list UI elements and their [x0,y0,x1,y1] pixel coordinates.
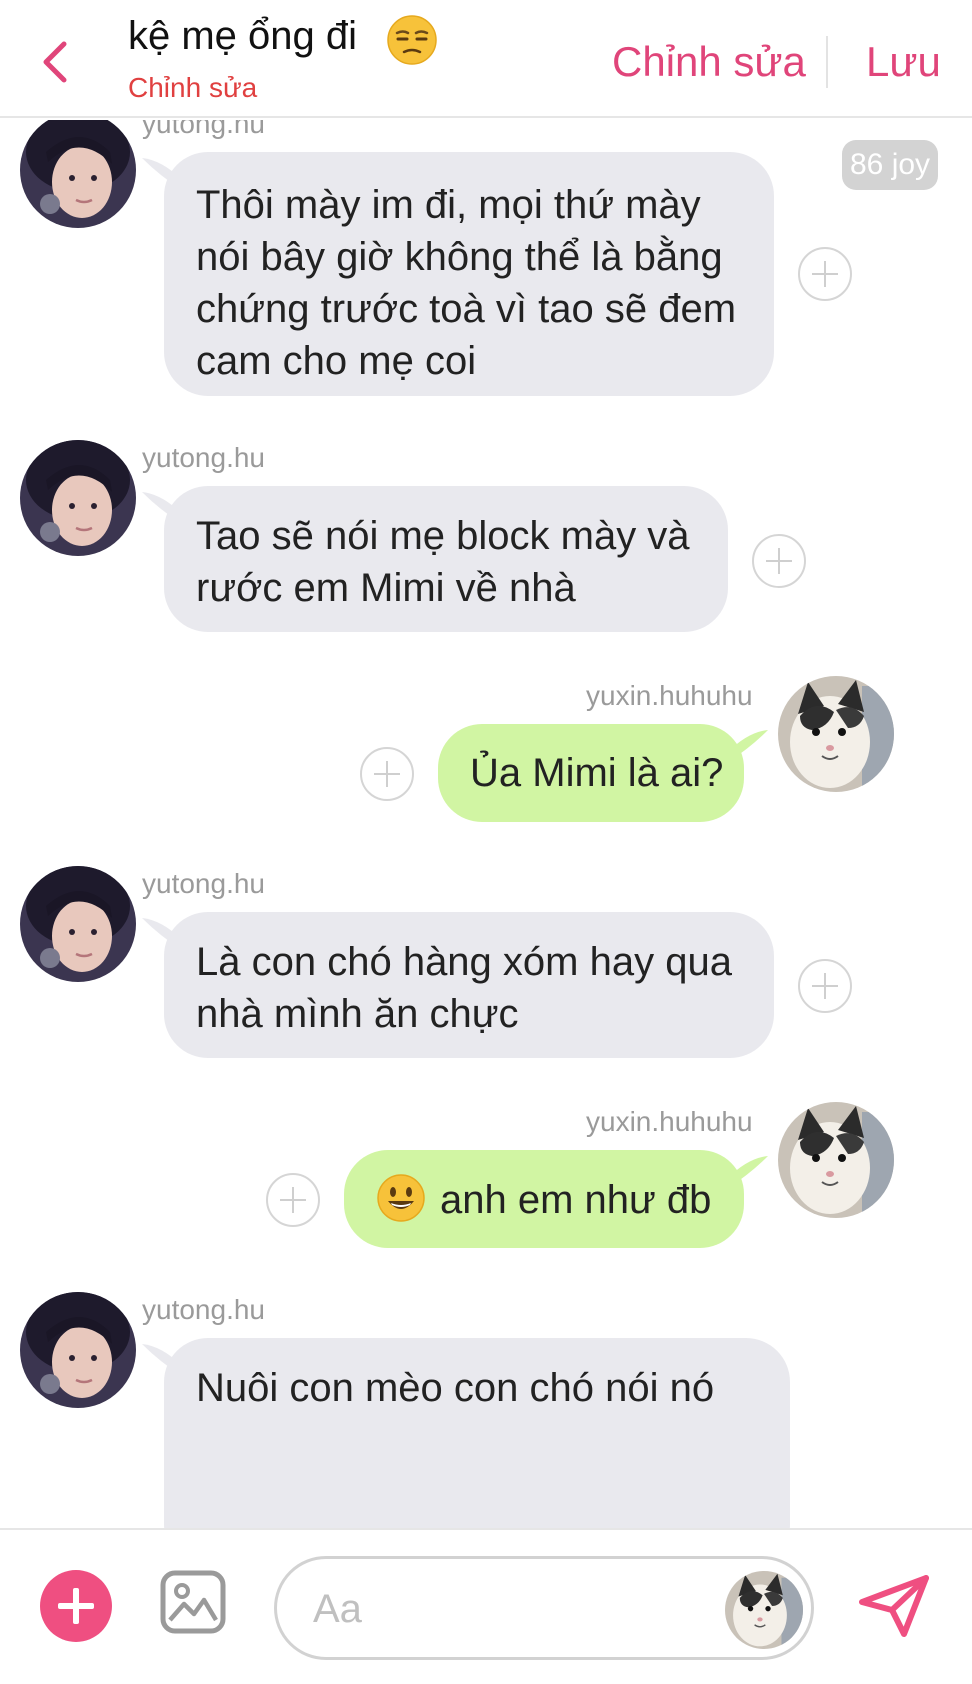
send-icon[interactable] [856,1572,932,1640]
smiling-face-emoji-icon [377,1174,425,1222]
message-line: Nuôi con mèo con chó nói nó [196,1366,715,1410]
message-list[interactable]: yutong.hu Thôi mày im đi, mọi thứ mày nó… [0,120,972,1528]
avatar-yutong[interactable] [20,866,136,982]
chat-title: kệ mẹ ổng đi [128,14,358,58]
sender-name: yuxin.huhuhu [586,680,753,711]
composer-bar [0,1528,972,1684]
header-divider [826,36,828,88]
message-line: Tao sẽ nói mẹ block mày và [196,514,690,558]
avatar-yutong[interactable] [20,1292,136,1408]
message-line: nói bây giờ không thể là bằng [196,235,723,279]
cat-avatar-icon [778,1102,894,1218]
message-input-container[interactable] [274,1556,814,1660]
cat-avatar-icon [725,1571,803,1649]
person-avatar-icon [20,440,136,556]
message-line: Ủa Mimi là ai? [470,751,724,795]
back-button[interactable] [36,38,76,86]
message-line: cam cho mẹ coi [196,339,477,383]
add-reaction-button[interactable] [266,1173,320,1227]
unamused-face-emoji-icon [387,15,437,65]
sender-name: yuxin.huhuhu [586,1106,753,1137]
chevron-left-icon [43,41,67,83]
avatar-yuxin[interactable] [778,676,894,792]
message-line: chứng trước toà vì tao sẽ đem [196,287,737,331]
image-icon[interactable] [160,1570,226,1634]
message-bubble[interactable]: Thôi mày im đi, mọi thứ mày nói bây giờ … [164,152,774,396]
sender-name: yutong.hu [142,868,265,899]
message-bubble[interactable]: Tao sẽ nói mẹ block mày và rước em Mimi … [164,486,728,632]
message-bubble[interactable]: Ủa Mimi là ai? [438,724,744,822]
chat-header: kệ mẹ ổng đi Chỉnh sửa Chỉnh sửa Lưu [0,0,972,118]
message-line: Là con chó hàng xóm hay qua [196,940,732,984]
person-avatar-icon [20,866,136,982]
joy-badge[interactable]: 86 joy [842,140,939,190]
cat-avatar-icon [778,676,894,792]
save-button[interactable]: Lưu [866,38,941,86]
add-reaction-button[interactable] [798,247,852,301]
add-attachment-button[interactable] [40,1570,112,1642]
add-reaction-button[interactable] [798,959,852,1013]
message-bubble[interactable]: anh em như đb [344,1150,744,1248]
message-line: anh em như đb [440,1178,712,1222]
message-line: rước em Mimi về nhà [196,566,576,610]
sticker-avatar-button[interactable] [725,1571,803,1649]
avatar-yutong[interactable] [20,120,136,228]
chat-subtitle[interactable]: Chỉnh sửa [128,72,257,104]
avatar-yuxin[interactable] [778,1102,894,1218]
add-reaction-button[interactable] [752,534,806,588]
person-avatar-icon [20,1292,136,1408]
sender-name: yutong.hu [142,120,265,139]
sender-name: yutong.hu [142,442,265,473]
sender-name: yutong.hu [142,1294,265,1325]
message-input[interactable] [313,1583,673,1635]
message-bubble[interactable]: Là con chó hàng xóm hay qua nhà mình ăn … [164,912,774,1058]
avatar-yutong[interactable] [20,440,136,556]
add-reaction-button[interactable] [360,747,414,801]
person-avatar-icon [20,120,136,228]
message-line: nhà mình ăn chực [196,992,519,1036]
edit-button[interactable]: Chỉnh sửa [612,38,806,86]
message-bubble[interactable]: Nuôi con mèo con chó nói nó [164,1338,790,1528]
message-line: Thôi mày im đi, mọi thứ mày [196,183,701,227]
